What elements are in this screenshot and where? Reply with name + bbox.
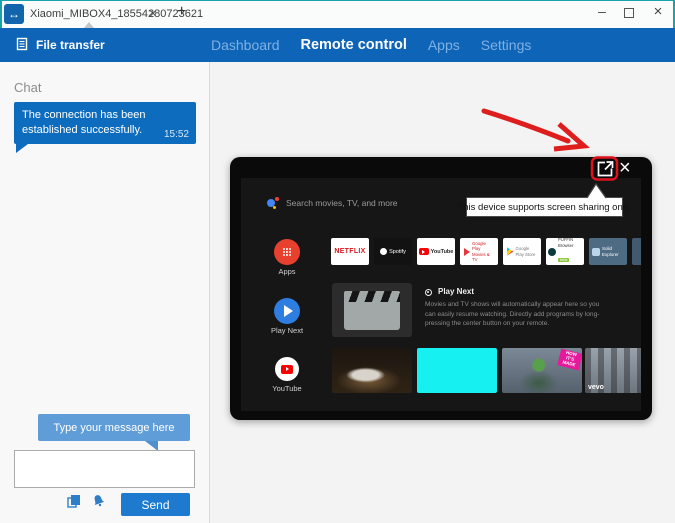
tv-search-hint[interactable]: Search movies, TV, and more <box>286 198 398 208</box>
chat-header: Chat <box>14 80 42 95</box>
app-tile-spotify[interactable]: Spotify <box>374 238 412 265</box>
chat-message-time: 15:52 <box>163 128 189 140</box>
app-tile-solid-explorer[interactable]: Solid Explorer <box>589 238 627 265</box>
tv-youtube-button[interactable] <box>275 357 299 381</box>
puffin-beta-badge: beta <box>558 257 570 262</box>
netflix-logo: NETFLIX <box>334 248 366 255</box>
clapperboard-body <box>344 302 400 330</box>
youtube-label: YouTube <box>430 248 454 255</box>
clapperboard-top <box>344 291 400 302</box>
chat-message-text: The connection has been established succ… <box>22 109 146 136</box>
teamviewer-logo-icon: ↔ <box>4 4 24 24</box>
file-transfer-button[interactable]: File transfer <box>16 28 105 62</box>
puffin-label: PUFFIN Browser <box>558 238 574 248</box>
compose-hint-bubble: Type your message here <box>38 414 190 441</box>
window-maximize-button[interactable] <box>624 8 634 18</box>
app-tile-google-play-movies[interactable]: Google Play Movies & TV <box>460 238 498 265</box>
remote-screen-close-button[interactable]: × <box>619 157 631 179</box>
play-store-label: Google Play Store <box>515 246 536 257</box>
play-next-description: Movies and TV shows will automatically a… <box>425 301 600 328</box>
file-transfer-label: File transfer <box>36 38 105 52</box>
app-tile-puffin[interactable]: PUFFIN Browser beta <box>546 238 584 265</box>
window-close-button[interactable]: × <box>650 3 666 20</box>
play-store-icon <box>506 247 514 256</box>
app-tile-partial[interactable] <box>632 238 641 265</box>
google-assistant-icon-dot2 <box>273 206 276 209</box>
teamviewer-window: ↔ Xiaomi_MIBOX4_18554280723621 × + – × F… <box>0 0 675 523</box>
video-badge: HOW IT'S MADE <box>557 348 582 371</box>
tv-youtube-label: YouTube <box>272 384 302 393</box>
nav-settings[interactable]: Settings <box>481 37 532 53</box>
red-arrow-shaft <box>481 108 571 144</box>
play-next-heading: Play Next <box>438 287 475 296</box>
tv-apps-label: Apps <box>278 267 296 276</box>
app-tile-netflix[interactable]: NETFLIX <box>331 238 369 265</box>
video-thumbnail-vevo[interactable]: vevo <box>585 348 641 393</box>
app-tile-youtube[interactable]: YouTube <box>417 238 455 265</box>
chat-bubble-tail <box>16 144 28 153</box>
clipboard-button[interactable] <box>64 495 82 513</box>
nav-menu: Dashboard Remote control Apps Settings <box>211 28 531 62</box>
clapperboard-placeholder[interactable] <box>332 283 412 337</box>
video-thumbnail-cyan[interactable] <box>417 348 497 393</box>
spotify-icon <box>380 248 388 255</box>
video-thumbnail-cat[interactable] <box>332 348 412 393</box>
vevo-logo: vevo <box>588 384 604 391</box>
video-thumbnail-hulk[interactable]: HOW IT'S MADE <box>502 348 582 393</box>
play-movies-label: Google Play Movies & TV <box>472 241 490 262</box>
google-assistant-icon-dot <box>275 197 279 201</box>
new-tab-button[interactable]: + <box>177 4 186 20</box>
nav-apps[interactable]: Apps <box>428 37 460 53</box>
message-input[interactable] <box>14 450 195 488</box>
bell-icon <box>91 493 106 513</box>
send-button[interactable]: Send <box>121 493 190 516</box>
play-next-bullet-icon <box>425 289 432 296</box>
play-icon <box>283 305 293 317</box>
tv-apps-button[interactable] <box>274 239 300 265</box>
play-movies-icon <box>464 247 470 256</box>
solid-explorer-label: Solid Explorer <box>602 246 619 257</box>
chat-message-bubble: The connection has been established succ… <box>14 102 196 144</box>
screen-share-tooltip: This device supports screen sharing only… <box>457 197 632 217</box>
tv-play-next-label: Play Next <box>270 326 304 335</box>
puffin-icon <box>548 247 556 256</box>
youtube-play-icon <box>418 248 429 255</box>
nav-remote-control[interactable]: Remote control <box>301 37 407 53</box>
nav-dashboard[interactable]: Dashboard <box>211 37 280 53</box>
window-minimize-button[interactable]: – <box>594 3 610 19</box>
apps-grid-icon <box>283 248 285 250</box>
tv-play-next-button[interactable] <box>274 298 300 324</box>
red-arrow-head <box>553 122 590 152</box>
nudge-button[interactable] <box>89 494 107 512</box>
youtube-circle-icon <box>281 364 293 374</box>
clipboard-icon <box>66 494 81 514</box>
spotify-label: Spotify <box>389 248 406 255</box>
solid-explorer-icon <box>592 247 600 256</box>
app-tile-google-play-store[interactable]: Google Play Store <box>503 238 541 265</box>
tab-close-icon[interactable]: × <box>149 6 157 20</box>
file-transfer-icon <box>16 37 29 54</box>
